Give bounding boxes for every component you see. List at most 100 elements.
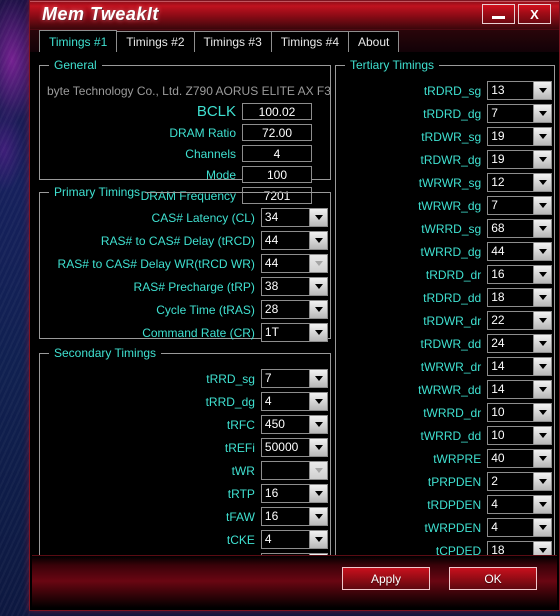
- chevron-down-icon[interactable]: [533, 335, 551, 352]
- combobox[interactable]: 16: [260, 507, 328, 526]
- combobox[interactable]: 19: [487, 127, 552, 146]
- chevron-down-icon[interactable]: [533, 220, 551, 237]
- combobox-value: 13: [491, 83, 505, 97]
- chevron-down-glyph: [538, 502, 547, 507]
- chevron-down-icon[interactable]: [309, 485, 327, 502]
- chevron-down-icon[interactable]: [533, 174, 551, 191]
- combobox-value: 7: [491, 106, 498, 120]
- combobox[interactable]: 13: [487, 81, 552, 100]
- combobox[interactable]: 2: [487, 472, 552, 491]
- chevron-down-icon[interactable]: [533, 473, 551, 490]
- combobox[interactable]: 12: [487, 173, 552, 192]
- combobox[interactable]: 4: [260, 392, 328, 411]
- field-row: Cycle Time (tRAS) 28: [40, 299, 328, 320]
- combobox[interactable]: 40: [487, 449, 552, 468]
- chevron-down-icon[interactable]: [533, 151, 551, 168]
- field-row: tWRWR_sg 12: [336, 172, 552, 193]
- close-button[interactable]: X: [518, 4, 551, 24]
- chevron-down-icon[interactable]: [309, 416, 327, 433]
- chevron-down-icon[interactable]: [533, 289, 551, 306]
- chevron-down-icon[interactable]: [309, 370, 327, 387]
- field-row: CAS# Latency (CL) 34: [40, 207, 328, 228]
- combobox[interactable]: 10: [487, 403, 552, 422]
- chevron-down-icon[interactable]: [309, 301, 327, 318]
- combobox[interactable]: 7: [260, 369, 328, 388]
- field-label: tWRWR_dg: [418, 198, 482, 213]
- combobox[interactable]: 28: [260, 300, 328, 319]
- chevron-down-icon[interactable]: [309, 439, 327, 456]
- tab-list: Timings #1 Timings #2 Timings #3 Timings #4…: [39, 30, 559, 52]
- combobox-value: 19: [491, 152, 505, 166]
- chevron-down-icon[interactable]: [533, 427, 551, 444]
- chevron-down-icon[interactable]: [309, 209, 327, 226]
- combobox[interactable]: 18: [487, 288, 552, 307]
- chevron-down-icon[interactable]: [533, 312, 551, 329]
- minimize-button[interactable]: [482, 4, 515, 24]
- chevron-down-icon[interactable]: [533, 358, 551, 375]
- chevron-down-icon[interactable]: [309, 393, 327, 410]
- chevron-down-icon[interactable]: [533, 82, 551, 99]
- combobox[interactable]: 16: [487, 265, 552, 284]
- combobox[interactable]: 1T: [260, 323, 328, 342]
- combobox[interactable]: 34: [260, 208, 328, 227]
- readonly-value: 4: [242, 145, 312, 162]
- chevron-down-icon: [309, 462, 327, 479]
- field-row: tWRRD_dg 44: [336, 241, 552, 262]
- chevron-down-icon[interactable]: [533, 197, 551, 214]
- combobox-value: 40: [491, 451, 505, 465]
- combobox-value: 50000: [264, 440, 299, 454]
- apply-button[interactable]: Apply: [342, 567, 430, 590]
- chevron-down-icon[interactable]: [309, 278, 327, 295]
- chevron-down-icon[interactable]: [533, 243, 551, 260]
- chevron-down-icon[interactable]: [309, 508, 327, 525]
- tab-timings-2[interactable]: Timings #2: [116, 31, 195, 52]
- chevron-down-icon[interactable]: [533, 128, 551, 145]
- combobox[interactable]: 44: [487, 242, 552, 261]
- chevron-down-icon[interactable]: [309, 324, 327, 341]
- chevron-down-icon[interactable]: [533, 381, 551, 398]
- chevron-down-icon[interactable]: [309, 232, 327, 249]
- chevron-down-icon[interactable]: [533, 404, 551, 421]
- combobox[interactable]: 24: [487, 334, 552, 353]
- combobox[interactable]: 7: [487, 104, 552, 123]
- chevron-down-icon[interactable]: [309, 531, 327, 548]
- chevron-down-icon[interactable]: [533, 519, 551, 536]
- chevron-down-glyph: [314, 330, 323, 335]
- combobox[interactable]: 7: [487, 196, 552, 215]
- combobox[interactable]: 19: [487, 150, 552, 169]
- chevron-down-glyph: [538, 364, 547, 369]
- combobox[interactable]: 22: [487, 311, 552, 330]
- chevron-down-icon[interactable]: [533, 266, 551, 283]
- combobox[interactable]: 14: [487, 357, 552, 376]
- info-label: BCLK: [196, 103, 236, 120]
- chevron-down-icon[interactable]: [533, 496, 551, 513]
- combobox[interactable]: 450: [260, 415, 328, 434]
- chevron-down-icon[interactable]: [533, 450, 551, 467]
- combobox[interactable]: 38: [260, 277, 328, 296]
- combobox[interactable]: 16: [260, 484, 328, 503]
- combobox[interactable]: 4: [487, 518, 552, 537]
- info-row: BCLK 100.02: [40, 102, 328, 121]
- combobox-value: 10: [491, 428, 505, 442]
- chevron-down-icon[interactable]: [533, 105, 551, 122]
- title-bar[interactable]: Mem TweakIt X: [30, 1, 559, 30]
- combobox-value: 28: [264, 302, 279, 316]
- combobox[interactable]: 50000: [260, 438, 328, 457]
- combobox[interactable]: 10: [487, 426, 552, 445]
- combobox[interactable]: 68: [487, 219, 552, 238]
- field-row: tWRRD_dd 10: [336, 425, 552, 446]
- field-label: tWRRD_dd: [420, 428, 482, 443]
- tab-timings-3[interactable]: Timings #3: [193, 31, 272, 52]
- field-row: tPRPDEN 2: [336, 471, 552, 492]
- tab-timings-4[interactable]: Timings #4: [270, 31, 349, 52]
- field-label: tWRWR_dr: [420, 359, 482, 374]
- combobox[interactable]: 44: [260, 231, 328, 250]
- tab-strip: Timings #1 Timings #2 Timings #3 Timings #4…: [30, 30, 559, 52]
- tab-timings-1[interactable]: Timings #1: [39, 30, 118, 52]
- combobox[interactable]: 4: [487, 495, 552, 514]
- tab-about[interactable]: About: [348, 31, 400, 52]
- ok-button[interactable]: OK: [449, 567, 537, 590]
- field-label: tRDWR_dg: [420, 152, 482, 167]
- combobox[interactable]: 14: [487, 380, 552, 399]
- combobox[interactable]: 4: [260, 530, 328, 549]
